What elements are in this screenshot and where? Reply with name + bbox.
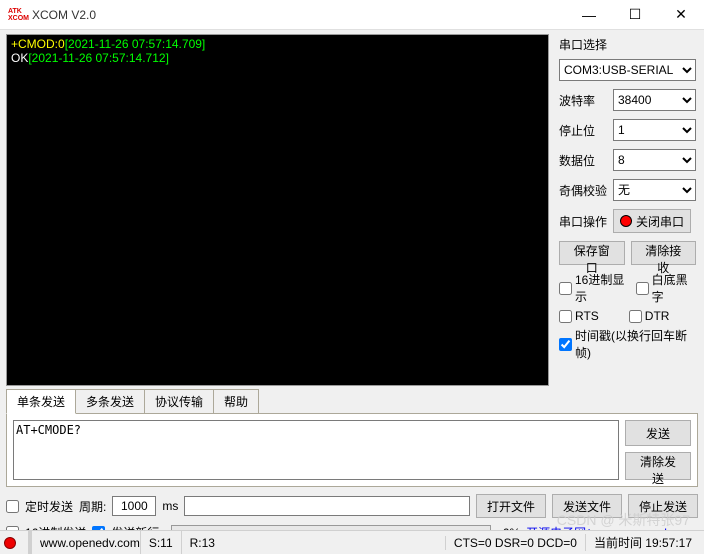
clear-send-button[interactable]: 清除发送	[625, 452, 691, 480]
timer-row: 定时发送 周期: ms 打开文件 发送文件 停止发送	[6, 494, 698, 518]
tab-multi[interactable]: 多条发送	[75, 389, 145, 414]
dtr-checkbox[interactable]	[629, 310, 642, 323]
period-label: 周期:	[79, 498, 106, 515]
serial-select-label: 串口选择	[559, 36, 696, 53]
status-recv: R:13	[181, 531, 223, 554]
hex-display-label: 16进制显示	[575, 271, 632, 305]
term-ts: [2021-11-26 07:57:14.709]	[65, 37, 206, 51]
terminal-output[interactable]: +CMOD:0[2021-11-26 07:57:14.709] OK[2021…	[6, 34, 549, 386]
ms-label: ms	[162, 499, 178, 513]
maximize-button[interactable]: ☐	[612, 0, 658, 30]
send-button[interactable]: 发送	[625, 420, 691, 446]
term-ts: [2021-11-26 07:57:14.712]	[28, 51, 169, 65]
status-time: 当前时间 19:57:17	[585, 534, 700, 551]
timestamp-checkbox[interactable]	[559, 338, 572, 351]
op-label: 串口操作	[559, 213, 613, 230]
data-select[interactable]: 8	[613, 149, 696, 171]
data-label: 数据位	[559, 152, 613, 169]
send-file-button[interactable]: 发送文件	[552, 494, 622, 518]
stop-label: 停止位	[559, 122, 613, 139]
parity-label: 奇偶校验	[559, 182, 613, 199]
term-cmd: +CMOD:0	[11, 37, 65, 51]
term-resp: OK	[11, 51, 28, 65]
status-indicator-icon	[4, 537, 16, 549]
close-port-button[interactable]: 关闭串口	[613, 209, 691, 233]
serial-settings-panel: 串口选择 COM3:USB-SERIAL 波特率 38400 停止位 1 数据位…	[549, 30, 704, 385]
titlebar: ATK XCOM XCOM V2.0 — ☐ ✕	[0, 0, 704, 30]
baud-select[interactable]: 38400	[613, 89, 696, 111]
timed-send-checkbox[interactable]	[6, 500, 19, 513]
close-button[interactable]: ✕	[658, 0, 704, 30]
white-bg-checkbox[interactable]	[636, 282, 649, 295]
close-port-label: 关闭串口	[636, 213, 684, 230]
send-input[interactable]: AT+CMODE?	[13, 420, 619, 480]
save-window-button[interactable]: 保存窗口	[559, 241, 625, 265]
baud-label: 波特率	[559, 92, 613, 109]
stop-send-button[interactable]: 停止发送	[628, 494, 698, 518]
window-controls: — ☐ ✕	[566, 0, 704, 30]
port-select[interactable]: COM3:USB-SERIAL	[559, 59, 696, 81]
window-title: XCOM V2.0	[32, 8, 96, 22]
statusbar: www.openedv.com S:11 R:13 CTS=0 DSR=0 DC…	[0, 530, 704, 554]
tab-protocol[interactable]: 协议传输	[144, 389, 214, 414]
record-icon	[620, 215, 632, 227]
status-url[interactable]: www.openedv.com	[40, 536, 140, 550]
timed-send-label: 定时发送	[25, 498, 73, 515]
tab-help[interactable]: 帮助	[213, 389, 259, 414]
open-file-button[interactable]: 打开文件	[476, 494, 546, 518]
white-bg-label: 白底黑字	[652, 271, 696, 305]
app-icon: ATK XCOM	[8, 6, 26, 24]
send-area: AT+CMODE? 发送 清除发送	[6, 413, 698, 487]
clear-recv-button[interactable]: 清除接收	[631, 241, 697, 265]
stop-select[interactable]: 1	[613, 119, 696, 141]
file-path-input[interactable]	[184, 496, 470, 516]
tab-single[interactable]: 单条发送	[6, 389, 76, 414]
parity-select[interactable]: 无	[613, 179, 696, 201]
timestamp-label: 时间戳(以换行回车断帧)	[575, 327, 696, 361]
period-input[interactable]	[112, 496, 156, 516]
dtr-label: DTR	[645, 309, 670, 323]
rts-checkbox[interactable]	[559, 310, 572, 323]
status-signals: CTS=0 DSR=0 DCD=0	[445, 536, 585, 550]
minimize-button[interactable]: —	[566, 0, 612, 30]
hex-display-checkbox[interactable]	[559, 282, 572, 295]
status-sent: S:11	[140, 531, 181, 554]
rts-label: RTS	[575, 309, 599, 323]
send-tabs: 单条发送 多条发送 协议传输 帮助	[6, 389, 704, 414]
